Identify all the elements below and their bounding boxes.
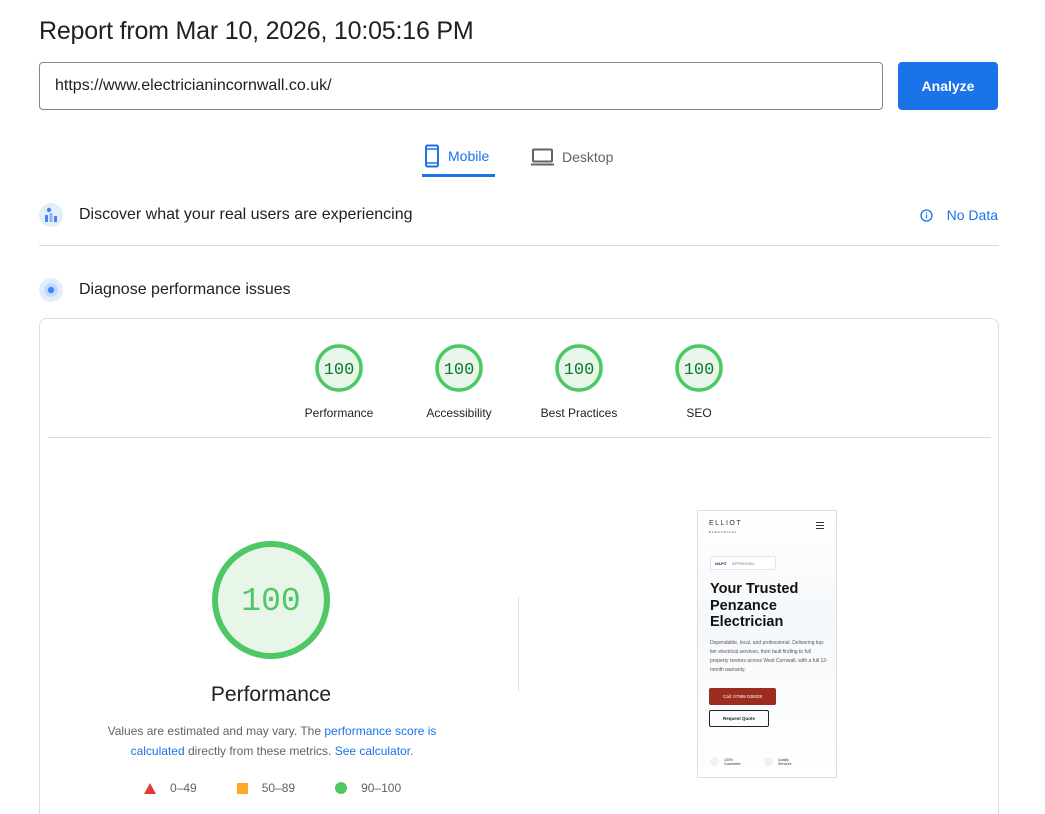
mobile-icon: [424, 144, 440, 168]
score-ring: 100: [435, 344, 483, 392]
lab-data-title: Diagnose performance issues: [79, 281, 291, 298]
field-data-section: Discover what your real users are experi…: [39, 200, 998, 230]
score-ring: 100: [675, 344, 723, 392]
gauge-best-practices[interactable]: 100 Best Practices: [529, 343, 629, 420]
legend-range: 0–49: [170, 781, 197, 795]
badge-text: APPROVED: [732, 560, 755, 566]
legend-range: 50–89: [261, 781, 296, 795]
lab-data-section: Diagnose performance issues: [39, 275, 998, 305]
url-input[interactable]: [39, 62, 883, 110]
performance-score-ring: 100: [212, 541, 330, 659]
performance-score: 100: [241, 583, 300, 620]
see-calculator-link[interactable]: See calculator.: [335, 744, 414, 758]
performance-description: Values are estimated and may vary. The p…: [92, 721, 452, 761]
desc-text-mid: directly from these metrics.: [184, 744, 335, 758]
analyze-button[interactable]: Analyze: [898, 62, 998, 110]
tab-desktop-label: Desktop: [562, 149, 614, 165]
report-title: Report from Mar 10, 2026, 10:05:16 PM: [39, 17, 474, 45]
legend-pass: 90–100: [335, 781, 401, 795]
vertical-divider: [518, 597, 519, 691]
performance-title: Performance: [210, 683, 332, 706]
tab-desktop[interactable]: Desktop: [529, 138, 615, 176]
gauge-seo[interactable]: 100 SEO: [649, 343, 749, 420]
lighthouse-report-card: 100 Performance 100 Accessibility 100 Be…: [39, 318, 999, 814]
site-logo-text: ELLIOT: [709, 520, 743, 527]
legend-average: 50–89: [236, 781, 296, 795]
legend-fail: 0–49: [144, 781, 197, 795]
shield-icon: [764, 757, 773, 766]
score-ring: 100: [315, 344, 363, 392]
no-data-status[interactable]: No Data: [919, 207, 998, 223]
info-icon: [919, 208, 933, 222]
final-screenshot-thumbnail[interactable]: ELLIOT ELECTRICAL NAPIT APPROVED Your Trus…: [697, 510, 837, 778]
gauge-score: 100: [684, 361, 715, 380]
device-tabs: Mobile Desktop: [422, 138, 615, 178]
site-feature-quality: Quality Services: [764, 757, 800, 766]
site-feature-guarantee: 100% Guarantee: [710, 757, 746, 766]
gauge-label: Performance: [304, 406, 374, 420]
tab-mobile-label: Mobile: [448, 148, 490, 164]
diagnose-icon: [39, 278, 63, 302]
gauge-score: 100: [564, 361, 595, 380]
square-icon: [236, 782, 248, 794]
gauge-accessibility[interactable]: 100 Accessibility: [409, 343, 509, 420]
gauge-label: Best Practices: [540, 406, 618, 420]
legend-range: 90–100: [361, 781, 402, 795]
section-divider: [39, 245, 999, 246]
hamburger-menu-icon: [816, 522, 824, 531]
card-divider: [48, 437, 991, 438]
napit-badge: NAPIT APPROVED: [710, 556, 776, 570]
gauge-score: 100: [324, 361, 355, 380]
users-chart-icon: [39, 203, 63, 227]
site-logo: ELLIOT ELECTRICAL: [709, 520, 743, 535]
score-legend: 0–49 50–89 90–100: [144, 781, 441, 795]
site-logo-sub: ELECTRICAL: [709, 530, 738, 534]
score-ring: 100: [555, 344, 603, 392]
field-data-title: Discover what your real users are experi…: [79, 206, 413, 223]
triangle-icon: [144, 782, 156, 794]
gauge-label: Accessibility: [426, 406, 492, 420]
badge-brand: NAPIT: [715, 560, 727, 566]
site-headline: Your Trusted Penzance Electrician: [710, 581, 799, 630]
desc-text-prefix: Values are estimated and may vary. The: [107, 724, 325, 738]
circle-icon: [335, 782, 348, 794]
desktop-icon: [531, 148, 554, 166]
feature-label: 100% Guarantee: [724, 757, 741, 766]
site-quote-button: Request Quote: [709, 710, 769, 727]
gauge-score: 100: [444, 361, 475, 380]
performance-big-gauge: 100: [210, 539, 332, 666]
no-data-label: No Data: [946, 207, 998, 223]
tab-mobile[interactable]: Mobile: [422, 138, 495, 177]
gauge-label: SEO: [686, 406, 712, 420]
site-body-text: Dependable, local, and professional. Del…: [710, 640, 828, 673]
gauge-performance[interactable]: 100 Performance: [289, 343, 389, 420]
site-call-button: Call: 07999 039328: [709, 688, 776, 705]
feature-label: Quality Services: [778, 757, 792, 766]
check-icon: [710, 757, 719, 766]
